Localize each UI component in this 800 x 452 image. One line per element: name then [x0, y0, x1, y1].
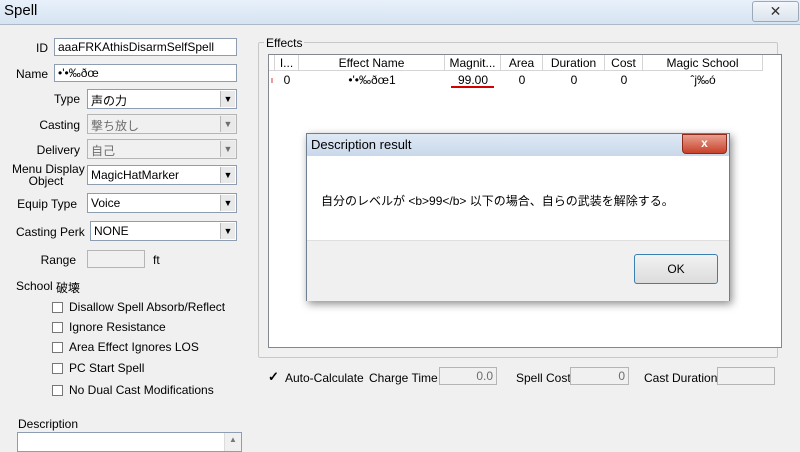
checkbox-ignore-resistance[interactable]: Ignore Resistance — [52, 320, 166, 334]
range-field[interactable] — [87, 250, 145, 268]
casting-select[interactable]: 撃ち放し ▼ — [87, 114, 237, 134]
checkbox-label: PC Start Spell — [69, 361, 145, 375]
cell-effect-name: •'•‰ðœ1 — [348, 73, 396, 87]
equip-type-value: Voice — [91, 196, 121, 210]
checkbox-box[interactable] — [52, 385, 63, 396]
description-textarea[interactable]: ▲ — [17, 432, 242, 452]
chevron-down-icon: ▼ — [220, 91, 235, 107]
cell-cost: 0 — [620, 73, 628, 87]
description-label: Description — [18, 417, 79, 431]
cell-magic-school: ˆj‰ó — [690, 73, 716, 87]
name-label: Name — [15, 67, 48, 81]
checkbox-disallow-absorb[interactable]: Disallow Spell Absorb/Reflect — [52, 300, 225, 314]
checkbox-label: Ignore Resistance — [69, 320, 166, 334]
checkbox-box[interactable] — [52, 302, 63, 313]
magnitude-underline — [451, 86, 494, 88]
chevron-down-icon: ▼ — [220, 116, 235, 132]
checkmark-icon: ✓ — [268, 369, 279, 384]
close-icon: ✕ — [769, 3, 782, 19]
school-value: 破壊 — [56, 281, 81, 295]
description-result-dialog: Description result x 自分のレベルが <b>99</b> 以… — [306, 133, 730, 301]
dialog-title: Description result — [311, 137, 412, 152]
ok-button[interactable]: OK — [634, 254, 718, 284]
checkbox-label: Area Effect Ignores LOS — [69, 340, 199, 354]
id-label: ID — [36, 41, 48, 55]
auto-calculate-label: Auto-Calculate — [285, 371, 364, 385]
type-value: 声の力 — [91, 94, 128, 108]
chevron-down-icon: ▼ — [220, 167, 235, 183]
menu-display-value: MagicHatMarker — [91, 168, 180, 182]
cast-duration-field[interactable] — [717, 367, 775, 385]
menu-display-label-line2: Object — [28, 174, 64, 188]
equip-type-select[interactable]: Voice ▼ — [87, 193, 237, 213]
column-header-index[interactable]: I... — [275, 55, 299, 71]
dialog-close-button[interactable]: x — [682, 134, 727, 154]
window-title: Spell — [4, 2, 38, 19]
casting-perk-select[interactable]: NONE ▼ — [90, 221, 237, 241]
checkbox-pc-start-spell[interactable]: PC Start Spell — [52, 361, 144, 375]
cell-index: 0 — [283, 73, 291, 87]
equip-type-label: Equip Type — [17, 197, 77, 211]
menu-display-label: Menu Display Object — [12, 163, 85, 188]
casting-value: 撃ち放し — [91, 119, 140, 133]
casting-label: Casting — [39, 118, 80, 132]
close-icon: x — [701, 136, 708, 150]
column-header-cost[interactable]: Cost — [605, 55, 643, 71]
column-header-area[interactable]: Area — [501, 55, 543, 71]
dialog-title-bar: Description result — [307, 134, 729, 156]
charge-time-label: Charge Time — [369, 371, 438, 385]
cell-duration: 0 — [570, 73, 578, 87]
chevron-down-icon: ▼ — [220, 195, 235, 211]
type-label: Type — [53, 92, 80, 106]
id-field[interactable]: aaaFRKAthisDisarmSelfSpell — [54, 38, 237, 56]
checkbox-label: Disallow Spell Absorb/Reflect — [69, 300, 226, 314]
casting-perk-label: Casting Perk — [16, 225, 85, 239]
school-label: School — [16, 279, 53, 293]
spell-cost-field[interactable]: 0 — [570, 367, 629, 385]
menu-display-select[interactable]: MagicHatMarker ▼ — [87, 165, 237, 185]
spell-cost-label: Spell Cost — [516, 371, 571, 385]
effects-group-label: Effects — [264, 36, 305, 50]
cell-area: 0 — [518, 73, 526, 87]
auto-calculate-checkbox[interactable]: ✓ — [268, 369, 279, 384]
scroll-up-icon: ▲ — [229, 435, 237, 444]
range-unit: ft — [153, 253, 160, 267]
checkbox-no-dual-cast[interactable]: No Dual Cast Modifications — [52, 383, 214, 397]
delivery-label: Delivery — [36, 143, 80, 157]
chevron-down-icon: ▼ — [220, 223, 235, 239]
type-select[interactable]: 声の力 ▼ — [87, 89, 237, 109]
chevron-down-icon: ▼ — [220, 141, 235, 157]
dialog-message: 自分のレベルが <b>99</b> 以下の場合、自らの武装を解除する。 — [321, 194, 674, 208]
title-bar: Spell ✕ — [0, 0, 800, 25]
checkbox-box[interactable] — [52, 342, 63, 353]
cast-duration-label: Cast Duration — [644, 371, 718, 385]
range-label: Range — [40, 253, 76, 267]
checkbox-area-effect-los[interactable]: Area Effect Ignores LOS — [52, 340, 199, 354]
checkbox-label: No Dual Cast Modifications — [69, 383, 214, 397]
checkbox-box[interactable] — [52, 363, 63, 374]
delivery-value: 自己 — [91, 144, 116, 158]
checkbox-box[interactable] — [52, 322, 63, 333]
description-scrollbar[interactable]: ▲ — [224, 433, 241, 451]
column-header-duration[interactable]: Duration — [543, 55, 605, 71]
casting-perk-value: NONE — [94, 224, 129, 238]
charge-time-field[interactable]: 0.0 — [439, 367, 497, 385]
column-header-magic-school[interactable]: Magic School — [643, 55, 763, 71]
column-header-magnitude[interactable]: Magnit... — [445, 55, 501, 71]
name-field[interactable]: •'•‰ðœ — [54, 64, 237, 82]
delivery-select[interactable]: 自己 ▼ — [87, 139, 237, 159]
column-header-effect-name[interactable]: Effect Name — [299, 55, 445, 71]
window-close-button[interactable]: ✕ — [752, 1, 799, 22]
